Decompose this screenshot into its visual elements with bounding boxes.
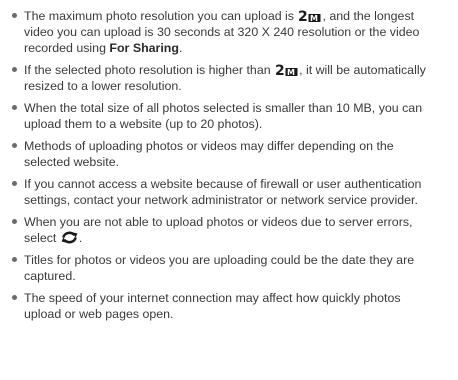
- svg-text:M: M: [287, 68, 295, 76]
- note-item-access: If you cannot access a website because o…: [6, 176, 452, 214]
- notes-page: The maximum photo resolution you can upl…: [0, 0, 458, 380]
- svg-text:2: 2: [275, 63, 285, 76]
- notes-list: The maximum photo resolution you can upl…: [6, 8, 452, 328]
- note-item-methods: Methods of uploading photos or videos ma…: [6, 138, 452, 176]
- note-item-server-errors: When you are not able to upload photos o…: [6, 214, 452, 252]
- note-text: The speed of your internet connection ma…: [24, 291, 401, 321]
- note-text: .: [178, 41, 183, 55]
- resolution-2m-icon: 2M: [275, 63, 298, 76]
- note-text: Titles for photos or videos you are uplo…: [24, 253, 415, 283]
- note-text: If you cannot access a website because o…: [24, 177, 422, 207]
- note-text: If the selected photo resolution is high…: [24, 63, 271, 77]
- note-text: When the total size of all photos select…: [24, 101, 423, 131]
- note-item-connection-speed: The speed of your internet connection ma…: [6, 290, 452, 328]
- for-sharing-label: For Sharing: [109, 41, 179, 55]
- note-text: Methods of uploading photos or videos ma…: [24, 139, 394, 169]
- svg-text:M: M: [310, 14, 318, 22]
- resolution-2m-icon: 2M: [298, 9, 321, 22]
- refresh-icon: [61, 231, 78, 244]
- note-item-titles: Titles for photos or videos you are uplo…: [6, 252, 452, 290]
- svg-text:2: 2: [298, 9, 308, 22]
- note-item-size-limit: When the total size of all photos select…: [6, 100, 452, 138]
- note-item-resize: If the selected photo resolution is high…: [6, 62, 452, 100]
- note-text: .: [78, 231, 83, 245]
- note-text: The maximum photo resolution you can upl…: [24, 9, 294, 23]
- note-item-upload-limits: The maximum photo resolution you can upl…: [6, 8, 452, 62]
